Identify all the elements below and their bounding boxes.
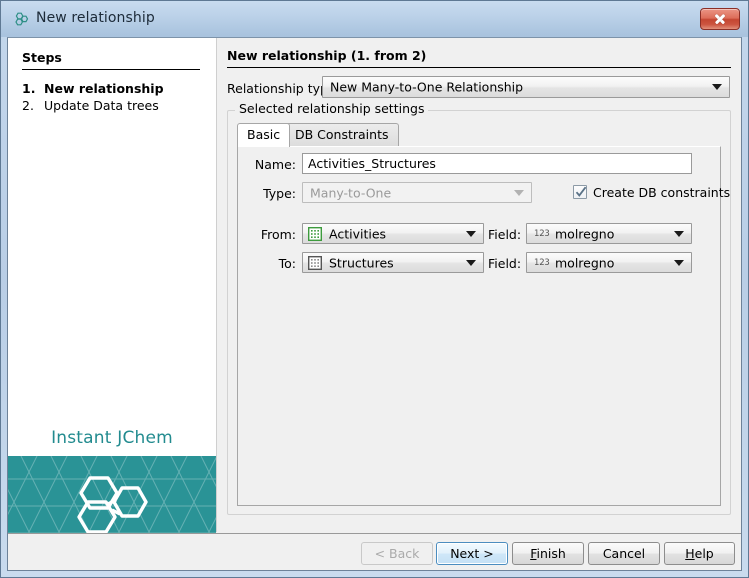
table-icon-gray xyxy=(308,255,322,270)
back-button: < Back xyxy=(361,542,433,565)
from-field-value: molregno xyxy=(555,226,615,241)
window-title: New relationship xyxy=(36,10,155,26)
step-1-number: 1. xyxy=(22,81,36,96)
from-label: From: xyxy=(260,227,296,242)
type-select: Many-to-One xyxy=(302,182,532,203)
create-db-constraints-label: Create DB constraints xyxy=(593,184,731,200)
name-label: Name: xyxy=(254,157,296,172)
chevron-down-icon xyxy=(674,230,684,237)
selected-relationship-settings-label: Selected relationship settings xyxy=(235,102,429,116)
close-icon[interactable] xyxy=(700,8,740,30)
sidebar-step-1: 1. New relationship xyxy=(22,81,164,96)
to-field-label: Field: xyxy=(488,256,522,271)
step-1-label: New relationship xyxy=(44,81,164,96)
from-field-select[interactable]: 123 molregno xyxy=(526,223,692,244)
relationship-type-select[interactable]: New Many-to-One Relationship xyxy=(322,76,730,98)
type-value: Many-to-One xyxy=(310,185,392,200)
sidebar-step-2: 2. Update Data trees xyxy=(22,98,159,113)
brand-name: Instant JChem xyxy=(51,428,173,448)
to-table-value: Structures xyxy=(329,255,394,270)
step-2-number: 2. xyxy=(22,98,34,113)
finish-button[interactable]: Finish xyxy=(512,542,584,565)
numeric-type-icon: 123 xyxy=(534,228,550,239)
chevron-down-icon xyxy=(466,259,476,266)
from-field-label: Field: xyxy=(488,227,522,242)
chevron-down-icon xyxy=(514,189,524,196)
cancel-button[interactable]: Cancel xyxy=(588,542,660,565)
numeric-type-icon: 123 xyxy=(534,257,550,268)
basic-tab-panel: Name: Type: Many-to-One Create DB constr… xyxy=(237,146,730,506)
help-label-rest: elp xyxy=(694,546,714,561)
type-label: Type: xyxy=(263,186,296,201)
check-icon xyxy=(575,186,587,197)
page-title: New relationship (1. from 2) xyxy=(227,48,731,68)
next-button[interactable]: Next > xyxy=(436,542,508,565)
wizard-main-panel: New relationship (1. from 2) Relationshi… xyxy=(217,38,741,532)
chevron-down-icon xyxy=(674,259,684,266)
to-label: To: xyxy=(278,256,296,271)
jchem-molecule-icon xyxy=(13,11,30,28)
from-table-value: Activities xyxy=(329,226,387,241)
checkbox-box xyxy=(573,185,587,199)
chevron-down-icon xyxy=(712,84,722,90)
to-field-value: molregno xyxy=(555,255,615,270)
hexagon-cluster-logo-icon xyxy=(77,476,148,534)
tab-basic[interactable]: Basic xyxy=(237,123,291,147)
steps-sidebar: Steps 1. New relationship 2. Update Data t… xyxy=(8,38,217,553)
help-button[interactable]: Help xyxy=(664,542,735,565)
dialog-client-area: Steps 1. New relationship 2. Update Data t… xyxy=(7,37,742,571)
step-2-label: Update Data trees xyxy=(44,98,159,113)
steps-heading: Steps xyxy=(22,50,200,70)
relationship-type-value: New Many-to-One Relationship xyxy=(330,79,524,95)
dialog-window: New relationship Steps 1. New relationshi… xyxy=(0,0,749,578)
chevron-down-icon xyxy=(466,230,476,237)
settings-tabstrip: Basic DB Constraints xyxy=(237,123,721,147)
from-table-select[interactable]: Activities xyxy=(302,223,484,244)
table-icon-green xyxy=(308,226,322,241)
to-field-select[interactable]: 123 molregno xyxy=(526,252,692,273)
dialog-footer: < Back Next > Finish Cancel Help xyxy=(8,533,741,570)
title-bar: New relationship xyxy=(1,1,748,37)
create-db-constraints-checkbox[interactable]: Create DB constraints xyxy=(573,183,730,201)
to-table-select[interactable]: Structures xyxy=(302,252,484,273)
tab-db-constraints[interactable]: DB Constraints xyxy=(285,123,399,146)
help-mnemonic: H xyxy=(685,546,695,561)
finish-label-rest: inish xyxy=(536,546,566,561)
name-input[interactable] xyxy=(302,153,692,174)
